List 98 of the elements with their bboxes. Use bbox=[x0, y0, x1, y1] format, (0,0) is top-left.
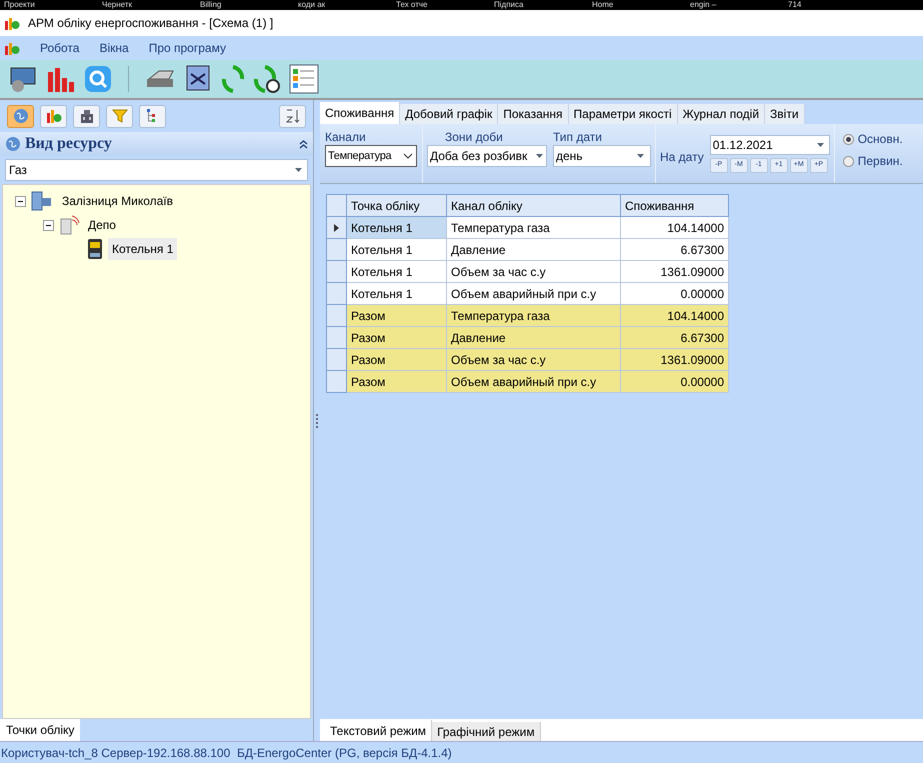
zones-label: Зони доби bbox=[444, 129, 504, 144]
browser-tab[interactable]: коди ак bbox=[298, 0, 368, 10]
collapse-toggle[interactable] bbox=[15, 196, 26, 206]
date-field[interactable]: 01.12.2021 bbox=[710, 134, 830, 154]
dropdown-caret-icon bbox=[816, 142, 824, 146]
table-cell: 6.67300 bbox=[620, 326, 728, 348]
app-logo-icon bbox=[4, 40, 20, 56]
channels-value: Температура bbox=[328, 148, 392, 164]
status-text: Користувач-tch_8 Сервер-192.168.88.100 БД-EnergoCenter (PG, версія БД-4.1.4) bbox=[1, 744, 452, 762]
table-cell: Котельня 1 bbox=[346, 216, 446, 238]
table-cell: Объем аварийный при с.у bbox=[446, 370, 620, 392]
radio-label: Основн. bbox=[858, 131, 903, 148]
window-title: АРМ обліку енергоспоживання - [Схема (1) ] bbox=[28, 15, 274, 32]
zones-dropdown[interactable]: Доба без розбивк bbox=[427, 145, 547, 167]
row-header[interactable] bbox=[326, 216, 346, 238]
tab[interactable]: Параметри якості bbox=[568, 104, 678, 124]
table-cell: Температура газа bbox=[446, 304, 620, 326]
current-row-icon bbox=[334, 224, 339, 232]
table-cell: 0.00000 bbox=[620, 370, 728, 392]
refresh-clock-icon[interactable] bbox=[253, 64, 281, 94]
tree-item[interactable]: Котельня 1 bbox=[108, 238, 178, 260]
filter-icon bbox=[112, 108, 128, 124]
browser-tab[interactable]: Підписа bbox=[494, 0, 564, 10]
view-tab[interactable]: Графічний режим bbox=[432, 722, 541, 741]
table-cell: 1361.09000 bbox=[620, 348, 728, 370]
panel-tool-button[interactable] bbox=[73, 104, 100, 128]
browser-tab[interactable]: Тех отче bbox=[396, 0, 466, 10]
panel-header-title: Вид ресурсу bbox=[25, 134, 112, 154]
browser-tab[interactable]: Проекти bbox=[4, 0, 74, 10]
chevron-icon bbox=[403, 153, 413, 159]
table-cell: Котельня 1 bbox=[346, 238, 446, 260]
menu-item[interactable]: Про програму bbox=[140, 39, 226, 57]
dropdown-caret-icon bbox=[536, 154, 543, 158]
browser-tab[interactable]: Home bbox=[592, 0, 662, 10]
browser-tab[interactable]: Billing bbox=[200, 0, 270, 10]
radio-label: Первин. bbox=[858, 153, 903, 170]
table-cell: Давление bbox=[446, 326, 620, 348]
tab[interactable]: Показання bbox=[498, 104, 569, 124]
column-header[interactable]: Канал обліку bbox=[446, 194, 620, 216]
table-cell: Котельня 1 bbox=[346, 282, 446, 304]
date-label: На дату bbox=[660, 148, 704, 166]
globe-icon bbox=[5, 136, 21, 152]
browser-tab[interactable]: Чернетк bbox=[102, 0, 172, 10]
row-header-corner bbox=[326, 194, 346, 216]
building-icon bbox=[78, 108, 94, 124]
app-logo-icon bbox=[4, 15, 20, 31]
channels-label: Канали bbox=[325, 129, 367, 144]
table-cell: Объем за час с.у bbox=[446, 260, 620, 282]
table-cell: 104.14000 bbox=[620, 216, 728, 238]
tab[interactable]: Добовий графік bbox=[400, 104, 498, 124]
date-type-label: Тип дати bbox=[553, 129, 603, 144]
radio-button[interactable] bbox=[842, 134, 854, 144]
table-cell: Давление bbox=[446, 238, 620, 260]
dropdown-caret-icon bbox=[295, 168, 302, 172]
menu-item[interactable]: Вікна bbox=[91, 39, 129, 57]
panel-tool-button[interactable] bbox=[106, 104, 133, 128]
table-cell: Температура газа bbox=[446, 216, 620, 238]
meter-icon bbox=[86, 238, 104, 260]
radio-button[interactable] bbox=[842, 156, 854, 166]
chart-icon bbox=[46, 108, 62, 124]
search-icon[interactable] bbox=[84, 65, 112, 93]
channels-dropdown[interactable]: Температура bbox=[325, 145, 417, 167]
panel-tool-button[interactable] bbox=[40, 104, 67, 128]
table-cell: Разом bbox=[346, 348, 446, 370]
table-cell: 0.00000 bbox=[620, 282, 728, 304]
sort-az-icon bbox=[284, 108, 300, 124]
panel-tool-button[interactable] bbox=[139, 104, 166, 128]
tree-item[interactable]: Залізниця Миколаїв bbox=[58, 190, 178, 212]
table-cell: Котельня 1 bbox=[346, 260, 446, 282]
tab[interactable]: Звіти bbox=[765, 104, 805, 124]
menu-item[interactable]: Робота bbox=[32, 39, 80, 57]
column-header[interactable]: Точка обліку bbox=[346, 194, 446, 216]
splitter-handle[interactable] bbox=[316, 414, 318, 428]
server-icon bbox=[30, 190, 54, 212]
table-cell: Разом bbox=[346, 304, 446, 326]
browser-tab[interactable]: engin – bbox=[690, 0, 760, 10]
table-cell: 104.14000 bbox=[620, 304, 728, 326]
globe-icon bbox=[12, 108, 28, 124]
cabinet-icon bbox=[58, 214, 80, 236]
list-icon[interactable] bbox=[289, 64, 319, 94]
tree-item[interactable]: Депо bbox=[84, 214, 120, 236]
table-cell: 1361.09000 bbox=[620, 260, 728, 282]
date-type-dropdown[interactable]: день bbox=[553, 145, 651, 167]
tab[interactable]: Журнал подій bbox=[678, 104, 766, 124]
table-cell: 6.67300 bbox=[620, 238, 728, 260]
table-cell: Разом bbox=[346, 326, 446, 348]
dropdown-caret-icon bbox=[637, 154, 644, 158]
table-cell: Разом bbox=[346, 370, 446, 392]
table-cell: Объем аварийный при с.у bbox=[446, 282, 620, 304]
panel-tab[interactable]: Точки обліку bbox=[0, 719, 80, 741]
table-cell: Объем за час с.у bbox=[446, 348, 620, 370]
tab[interactable]: Споживання bbox=[320, 102, 400, 124]
browser-tab[interactable]: 714 bbox=[788, 0, 858, 10]
resource-dropdown[interactable]: Газ bbox=[5, 159, 308, 181]
collapse-icon[interactable] bbox=[299, 140, 308, 148]
sort-button[interactable] bbox=[279, 104, 306, 128]
column-header[interactable]: Споживання bbox=[620, 194, 728, 216]
collapse-toggle[interactable] bbox=[43, 220, 54, 230]
